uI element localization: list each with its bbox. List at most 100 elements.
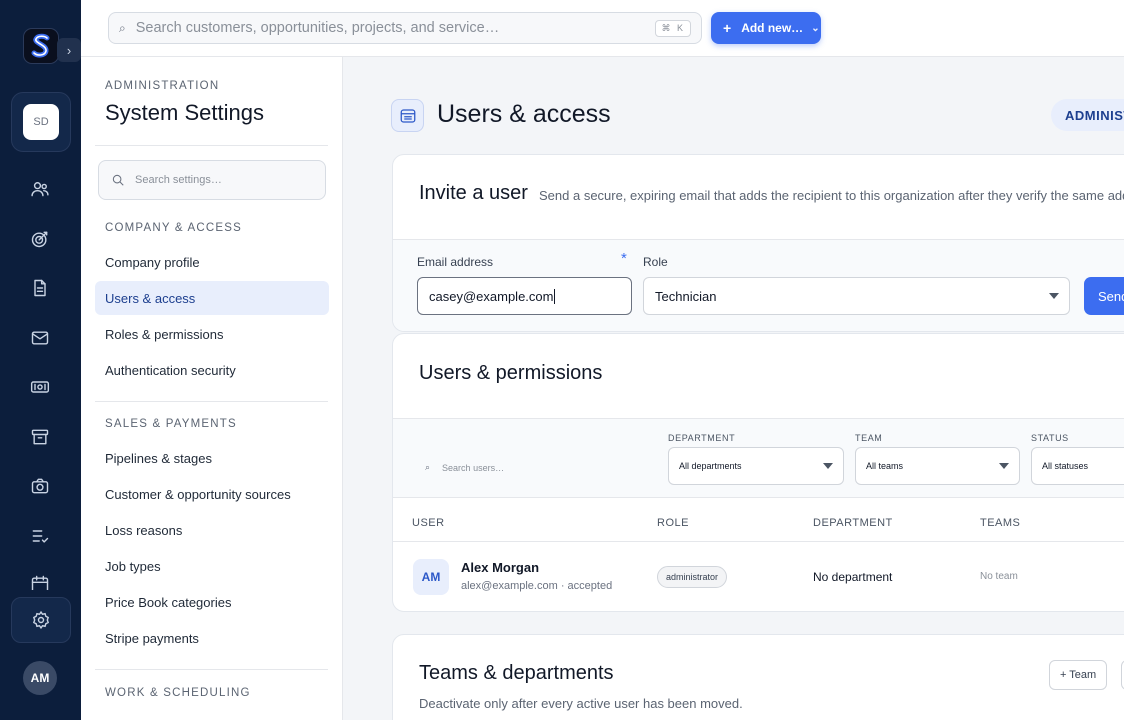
section-heading-work: WORK & SCHEDULING — [105, 687, 251, 699]
rail-messages[interactable] — [28, 326, 52, 350]
add-new-button[interactable]: + Add new… ⌄ — [711, 12, 821, 44]
app-rail: › SD AM — [0, 0, 81, 720]
camera-icon — [31, 478, 49, 494]
users-search-placeholder: Search users… — [442, 462, 505, 473]
global-search-input[interactable]: ⌕ Search customers, opportunities, proje… — [108, 12, 702, 44]
chevron-right-icon: › — [66, 42, 72, 58]
users-card: Users & permissions ⌕ Search users… DEPA… — [392, 333, 1124, 612]
user-row-teams: No team — [980, 571, 1018, 582]
user-avatar[interactable]: AM — [23, 661, 57, 695]
invite-card: Invite a user Send a secure, expiring em… — [392, 154, 1124, 332]
email-value: casey@example.com — [429, 288, 554, 304]
nav-stripe-payments[interactable]: Stripe payments — [95, 621, 329, 655]
app-logo[interactable] — [23, 28, 59, 64]
text-caret — [554, 288, 556, 304]
divider — [393, 541, 1124, 542]
teams-description: Deactivate only after every active user … — [419, 696, 743, 711]
sidebar-kicker: ADMINISTRATION — [105, 80, 220, 92]
target-icon — [31, 231, 48, 248]
filter-label-department: DEPARTMENT — [668, 433, 736, 443]
org-switcher[interactable]: SD — [11, 92, 71, 152]
rail-opportunities[interactable] — [28, 227, 52, 251]
rail-settings-button[interactable] — [11, 597, 71, 643]
add-team-button[interactable]: + Team — [1049, 660, 1108, 690]
rail-expand-button[interactable]: › — [57, 38, 81, 62]
mail-icon — [31, 331, 49, 345]
search-icon — [112, 174, 124, 186]
column-header-user: USER — [412, 517, 445, 529]
nav-price-book-categories[interactable]: Price Book categories — [95, 585, 329, 619]
role-label: Role — [643, 255, 668, 269]
filter-label-team: TEAM — [855, 433, 883, 443]
rail-documents[interactable] — [28, 276, 52, 300]
column-header-role: ROLE — [657, 517, 689, 529]
filter-team-value: All teams — [866, 461, 904, 471]
rail-schedule[interactable] — [28, 574, 52, 590]
invite-description: Send a secure, expiring email that adds … — [539, 188, 1124, 203]
user-row-department: No department — [813, 570, 893, 584]
users-title: Users & permissions — [419, 362, 603, 384]
nav-roles-permissions[interactable]: Roles & permissions — [95, 317, 329, 351]
rail-customers[interactable] — [28, 177, 52, 201]
user-row-email: alex@example.com · accepted — [461, 580, 613, 592]
sidebar-title: System Settings — [105, 100, 264, 125]
users-icon — [31, 182, 49, 197]
page-icon — [391, 99, 424, 132]
nav-authentication-security[interactable]: Authentication security — [95, 353, 329, 387]
user-row-role-badge: administrator — [657, 566, 728, 588]
filter-department-value: All departments — [679, 461, 742, 471]
chevron-down-icon: ⌄ — [811, 22, 820, 34]
filter-status[interactable]: All statuses — [1031, 447, 1124, 485]
filter-team[interactable]: All teams — [855, 447, 1020, 485]
role-select[interactable]: Technician — [643, 277, 1070, 315]
users-filters: ⌕ Search users… DEPARTMENT All departmen… — [393, 418, 1124, 498]
global-search-placeholder: Search customers, opportunities, project… — [135, 20, 500, 36]
column-header-teams: TEAMS — [980, 517, 1021, 529]
settings-search-input[interactable]: Search settings… — [98, 160, 326, 200]
top-bar: ⌕ Search customers, opportunities, proje… — [81, 0, 1124, 57]
nav-sources[interactable]: Customer & opportunity sources — [95, 477, 329, 511]
plus-icon: + — [723, 20, 732, 36]
nav-loss-reasons[interactable]: Loss reasons — [95, 513, 329, 547]
nav-company-profile[interactable]: Company profile — [95, 245, 329, 279]
users-search-input[interactable]: ⌕ Search users… — [425, 462, 504, 473]
filter-status-value: All statuses — [1042, 461, 1089, 471]
user-row-avatar: AM — [413, 559, 449, 595]
settings-search-placeholder: Search settings… — [135, 174, 222, 186]
send-invite-button[interactable]: Send invite — [1084, 277, 1124, 315]
filter-department[interactable]: All departments — [668, 447, 844, 485]
role-select-value: Technician — [655, 288, 717, 304]
main-content: Users & access ADMINISTRATOR Invite a us… — [343, 57, 1124, 720]
calendar-icon — [31, 575, 49, 590]
section-heading-sales: SALES & PAYMENTS — [105, 418, 237, 430]
checklist-icon — [32, 530, 49, 543]
filter-label-status: STATUS — [1031, 433, 1069, 443]
required-mark: * — [621, 250, 627, 267]
user-row-name: Alex Morgan — [461, 560, 540, 575]
invite-title: Invite a user — [419, 182, 528, 204]
column-header-department: DEPARTMENT — [813, 517, 893, 529]
page-title: Users & access — [437, 100, 611, 128]
rail-inventory[interactable] — [28, 425, 52, 449]
teams-title: Teams & departments — [419, 662, 614, 684]
nav-users-access[interactable]: Users & access — [95, 281, 329, 315]
teams-card: Teams & departments Deactivate only afte… — [392, 634, 1124, 720]
invite-header: Invite a user Send a secure, expiring em… — [393, 155, 1124, 239]
nav-pipelines-stages[interactable]: Pipelines & stages — [95, 441, 329, 475]
divider — [95, 669, 328, 670]
chevron-down-icon — [999, 463, 1009, 469]
document-icon — [34, 279, 46, 297]
money-icon — [30, 381, 50, 393]
search-icon: ⌕ — [425, 462, 431, 472]
email-field[interactable]: casey@example.com — [417, 277, 632, 315]
rail-tasks[interactable] — [28, 524, 52, 548]
rail-payments[interactable] — [28, 375, 52, 399]
divider — [95, 145, 328, 146]
rail-photos[interactable] — [28, 474, 52, 498]
nav-job-types[interactable]: Job types — [95, 549, 329, 583]
settings-sidebar: ADMINISTRATION System Settings Search se… — [81, 57, 343, 720]
org-badge: SD — [23, 104, 59, 140]
add-new-label: Add new… — [741, 21, 804, 35]
role-badge: ADMINISTRATOR — [1051, 99, 1124, 131]
shortcut-hint: ⌘ K — [655, 19, 691, 37]
